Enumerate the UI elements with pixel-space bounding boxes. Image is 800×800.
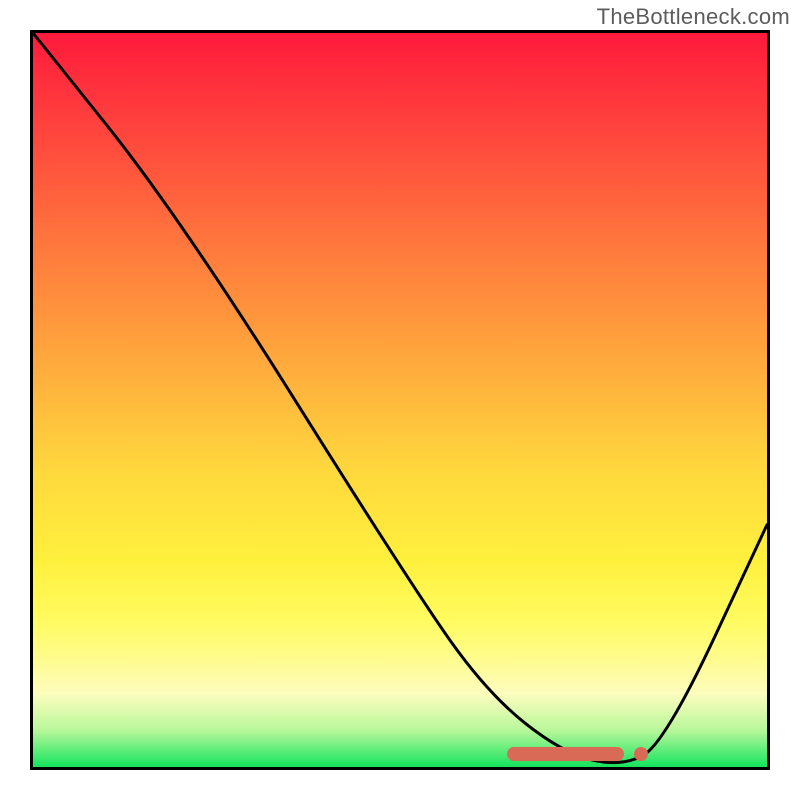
optimal-range-end-dot (634, 747, 648, 761)
bottleneck-curve (33, 33, 767, 767)
watermark-label: TheBottleneck.com (597, 4, 790, 30)
plot-area (30, 30, 770, 770)
chart-frame: TheBottleneck.com (0, 0, 800, 800)
optimal-range-marker (507, 747, 624, 761)
